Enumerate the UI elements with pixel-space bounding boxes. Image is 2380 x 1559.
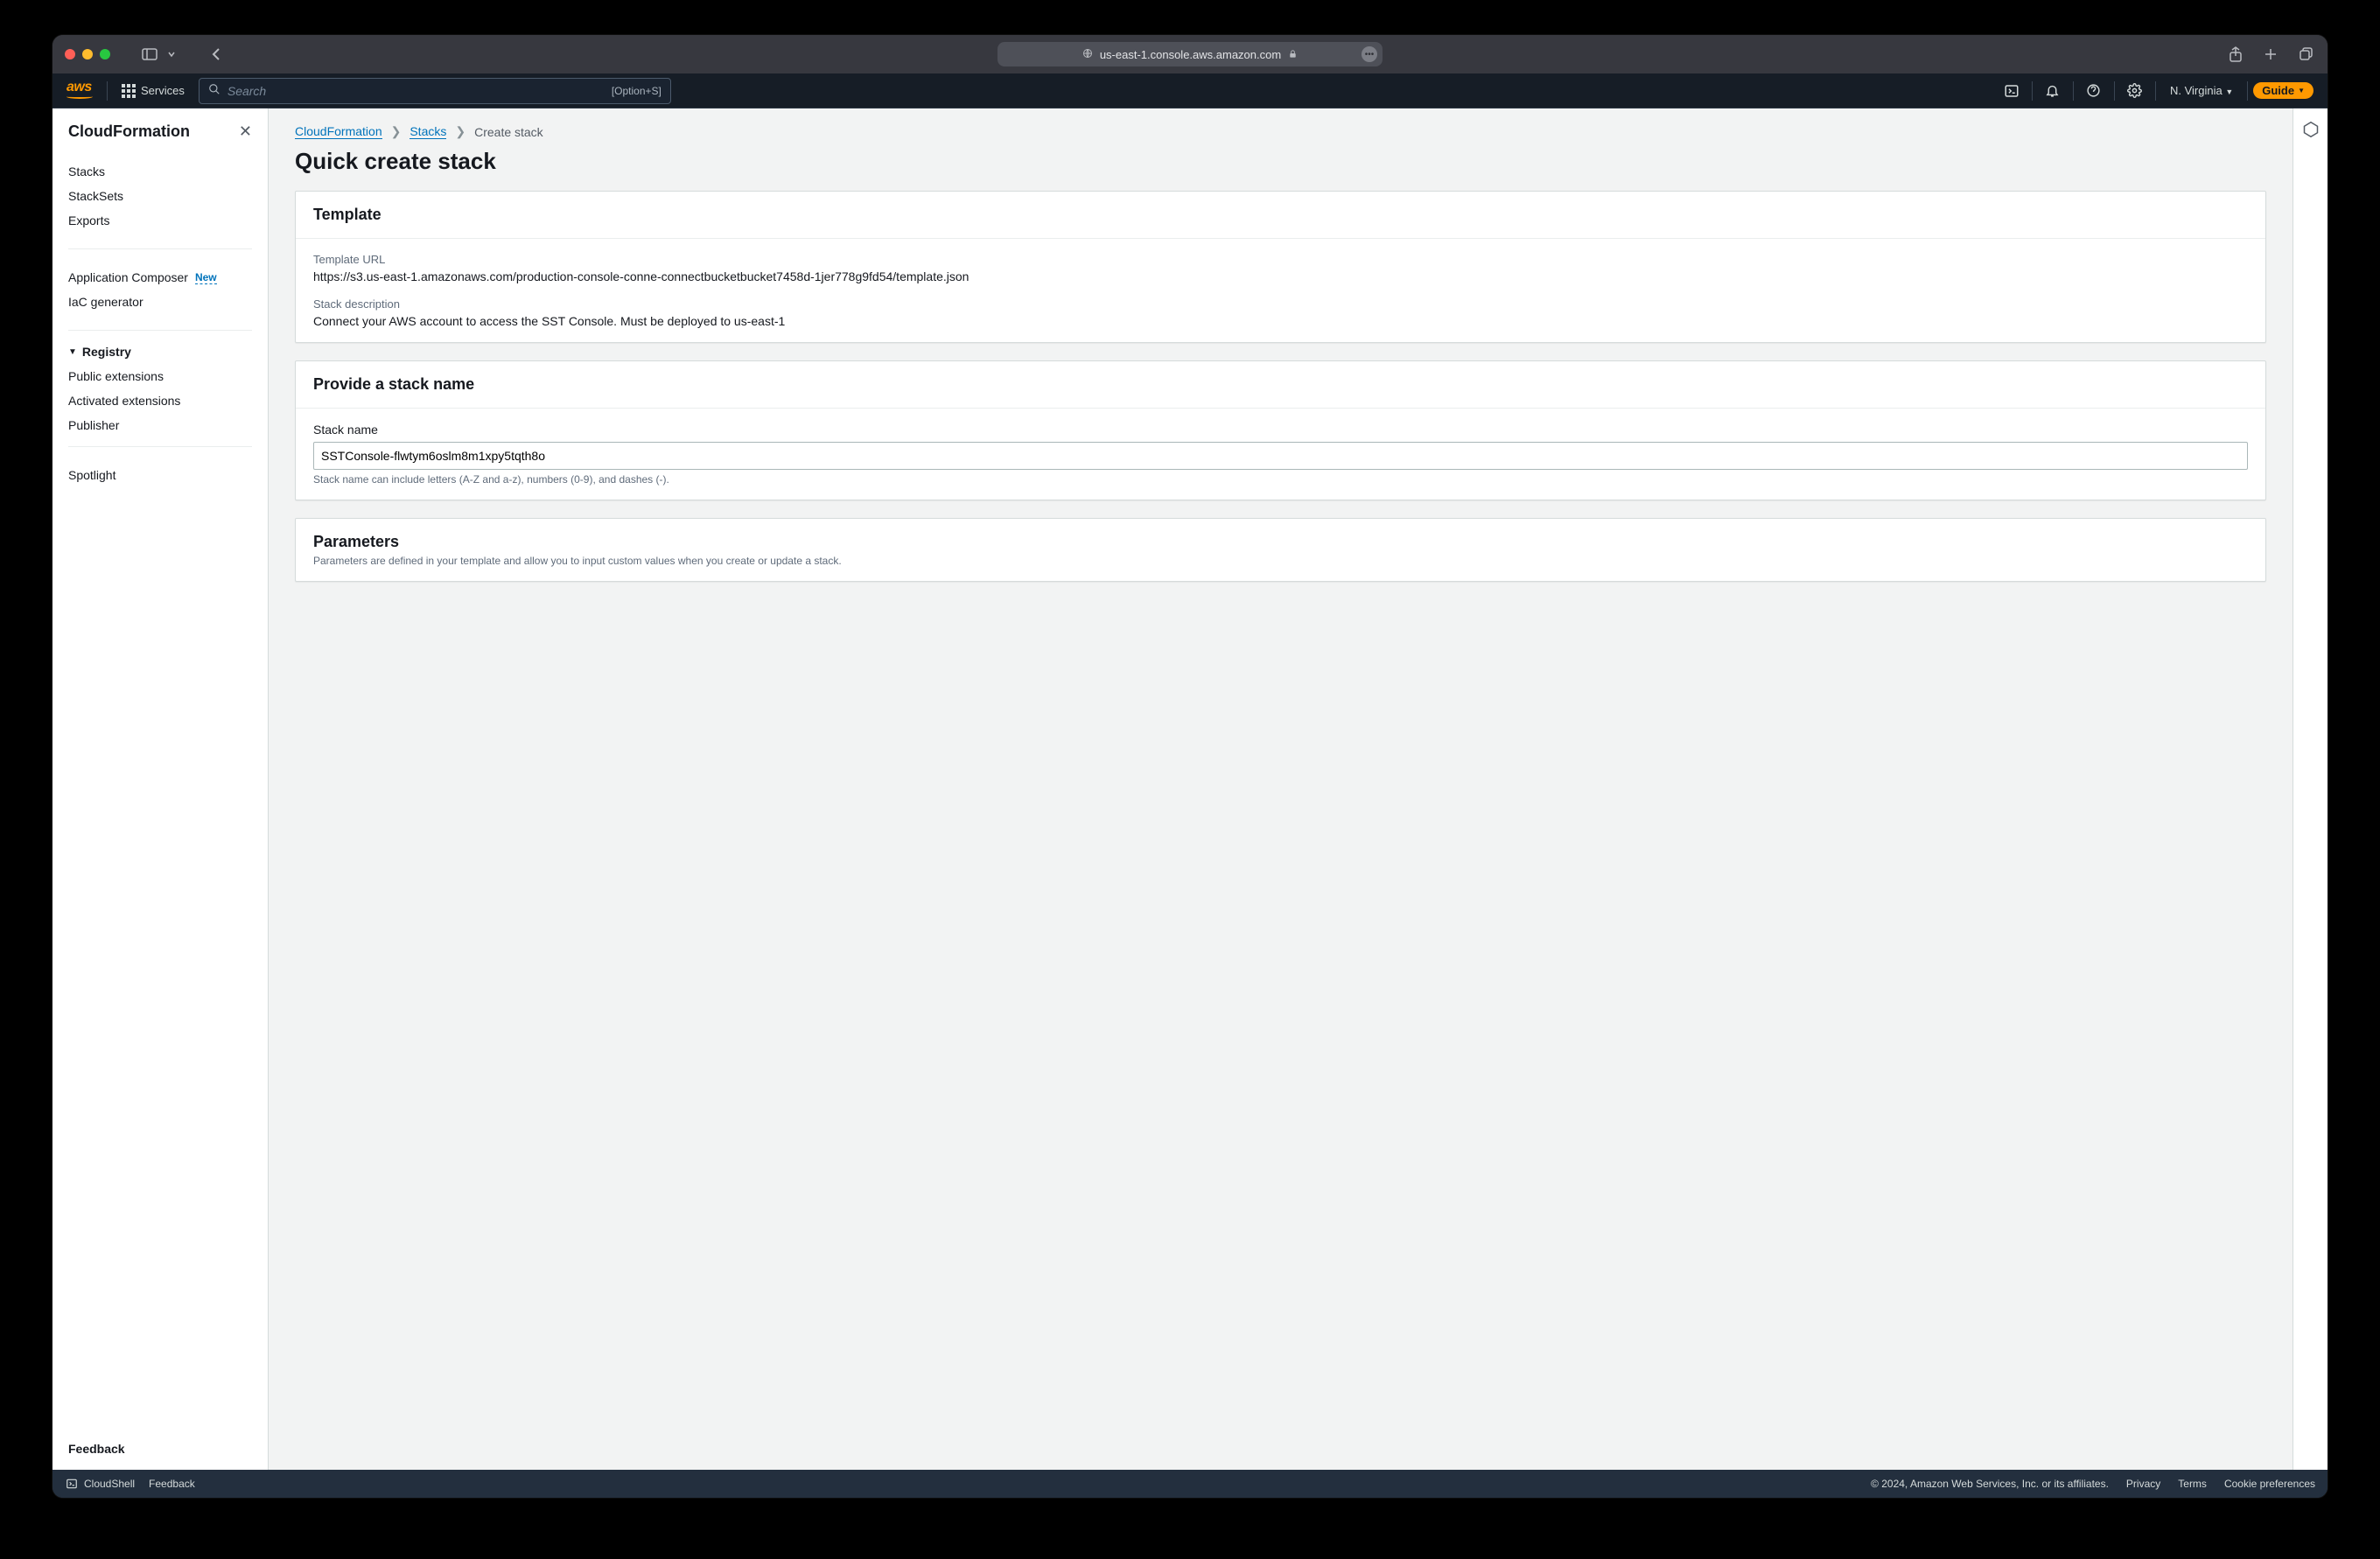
sidebar: CloudFormation ✕ Stacks StackSets Export… [52, 108, 269, 1470]
share-icon[interactable] [2226, 45, 2245, 64]
sidebar-toggle-icon[interactable] [140, 45, 159, 64]
main-content: CloudFormation ❯ Stacks ❯ Create stack Q… [269, 108, 2292, 1470]
template-panel: Template Template URL https://s3.us-east… [295, 191, 2266, 343]
services-menu[interactable]: Services [122, 84, 185, 98]
address-bar[interactable]: us-east-1.console.aws.amazon.com ••• [998, 42, 1382, 66]
sidebar-item-stacks[interactable]: Stacks [52, 159, 268, 184]
notifications-icon[interactable] [2038, 76, 2068, 106]
sidebar-item-exports[interactable]: Exports [52, 208, 268, 233]
template-url-label: Template URL [313, 253, 2248, 266]
sidebar-title: CloudFormation [68, 122, 190, 141]
template-url-value: https://s3.us-east-1.amazonaws.com/produ… [313, 269, 2248, 283]
parameters-desc: Parameters are defined in your template … [313, 555, 2248, 567]
sidebar-item-spotlight[interactable]: Spotlight [52, 463, 268, 487]
parameters-heading: Parameters [313, 533, 2248, 551]
stackname-label: Stack name [313, 423, 2248, 437]
new-badge: New [195, 271, 217, 284]
guide-label: Guide [2262, 84, 2294, 97]
back-button-icon[interactable] [206, 45, 226, 64]
aws-logo[interactable]: aws [66, 82, 93, 99]
caret-down-icon: ▼ [68, 347, 77, 357]
page-title: Quick create stack [295, 148, 2266, 175]
right-rail [2292, 108, 2328, 1470]
sidebar-item-iac-generator[interactable]: IaC generator [52, 290, 268, 314]
titlebar-chevron-icon[interactable] [166, 45, 177, 64]
lock-icon [1082, 48, 1093, 61]
search-icon [208, 83, 220, 98]
padlock-icon [1288, 48, 1298, 61]
help-icon[interactable] [2079, 76, 2109, 106]
services-grid-icon [122, 84, 136, 98]
breadcrumb: CloudFormation ❯ Stacks ❯ Create stack [295, 124, 2266, 139]
settings-icon[interactable] [2120, 76, 2150, 106]
sidebar-close-icon[interactable]: ✕ [239, 122, 252, 141]
stack-desc-value: Connect your AWS account to access the S… [313, 314, 2248, 328]
crumb-stacks[interactable]: Stacks [410, 124, 446, 139]
search-shortcut: [Option+S] [612, 85, 662, 97]
footer-copyright: © 2024, Amazon Web Services, Inc. or its… [1871, 1478, 2109, 1490]
tabs-overview-icon[interactable] [2296, 45, 2315, 64]
aws-topnav: aws Services Search [Option+S] [52, 73, 2328, 108]
close-window-button[interactable] [65, 49, 75, 59]
maximize-window-button[interactable] [100, 49, 110, 59]
footer-cloudshell-label: CloudShell [84, 1478, 135, 1490]
sidebar-item-activated-ext[interactable]: Activated extensions [52, 388, 268, 413]
crumb-current: Create stack [474, 125, 543, 139]
sidebar-item-app-composer[interactable]: Application Composer New [52, 265, 268, 290]
footer-feedback[interactable]: Feedback [149, 1478, 195, 1490]
sidebar-item-stacksets[interactable]: StackSets [52, 184, 268, 208]
guide-button[interactable]: Guide ▼ [2253, 82, 2314, 99]
template-heading: Template [313, 206, 2248, 224]
stackname-panel: Provide a stack name Stack name Stack na… [295, 360, 2266, 500]
parameters-panel: Parameters Parameters are defined in you… [295, 518, 2266, 582]
window-controls [65, 49, 110, 59]
sidebar-feedback-link[interactable]: Feedback [52, 1428, 268, 1470]
browser-window: us-east-1.console.aws.amazon.com ••• aws [52, 35, 2328, 1498]
stackname-heading: Provide a stack name [313, 375, 2248, 394]
sidebar-item-public-ext[interactable]: Public extensions [52, 364, 268, 388]
stack-desc-label: Stack description [313, 297, 2248, 311]
chevron-right-icon: ❯ [455, 124, 466, 139]
services-label: Services [141, 84, 185, 97]
site-menu-icon[interactable]: ••• [1362, 46, 1377, 62]
cloudshell-icon[interactable] [1997, 76, 2026, 106]
crumb-cloudformation[interactable]: CloudFormation [295, 124, 382, 139]
region-label: N. Virginia [2170, 84, 2222, 97]
help-panel-icon[interactable] [2303, 121, 2319, 136]
stackname-input[interactable] [313, 442, 2248, 470]
search-placeholder: Search [228, 84, 266, 98]
footer-cloudshell[interactable]: CloudShell [65, 1478, 135, 1490]
search-input[interactable]: Search [Option+S] [199, 78, 671, 104]
region-selector[interactable]: N. Virginia ▼ [2161, 84, 2242, 97]
stackname-hint: Stack name can include letters (A-Z and … [313, 473, 2248, 486]
sidebar-item-publisher[interactable]: Publisher [52, 413, 268, 437]
address-bar-host: us-east-1.console.aws.amazon.com [1100, 48, 1281, 61]
chevron-right-icon: ❯ [391, 124, 402, 139]
sidebar-group-registry[interactable]: ▼ Registry [52, 339, 268, 364]
browser-titlebar: us-east-1.console.aws.amazon.com ••• [52, 35, 2328, 73]
app-composer-label: Application Composer [68, 270, 188, 284]
new-tab-icon[interactable] [2261, 45, 2280, 64]
registry-label: Registry [82, 345, 131, 359]
footer: CloudShell Feedback © 2024, Amazon Web S… [52, 1470, 2328, 1498]
minimize-window-button[interactable] [82, 49, 93, 59]
footer-terms[interactable]: Terms [2178, 1478, 2207, 1490]
footer-privacy[interactable]: Privacy [2126, 1478, 2160, 1490]
footer-cookies[interactable]: Cookie preferences [2224, 1478, 2315, 1490]
